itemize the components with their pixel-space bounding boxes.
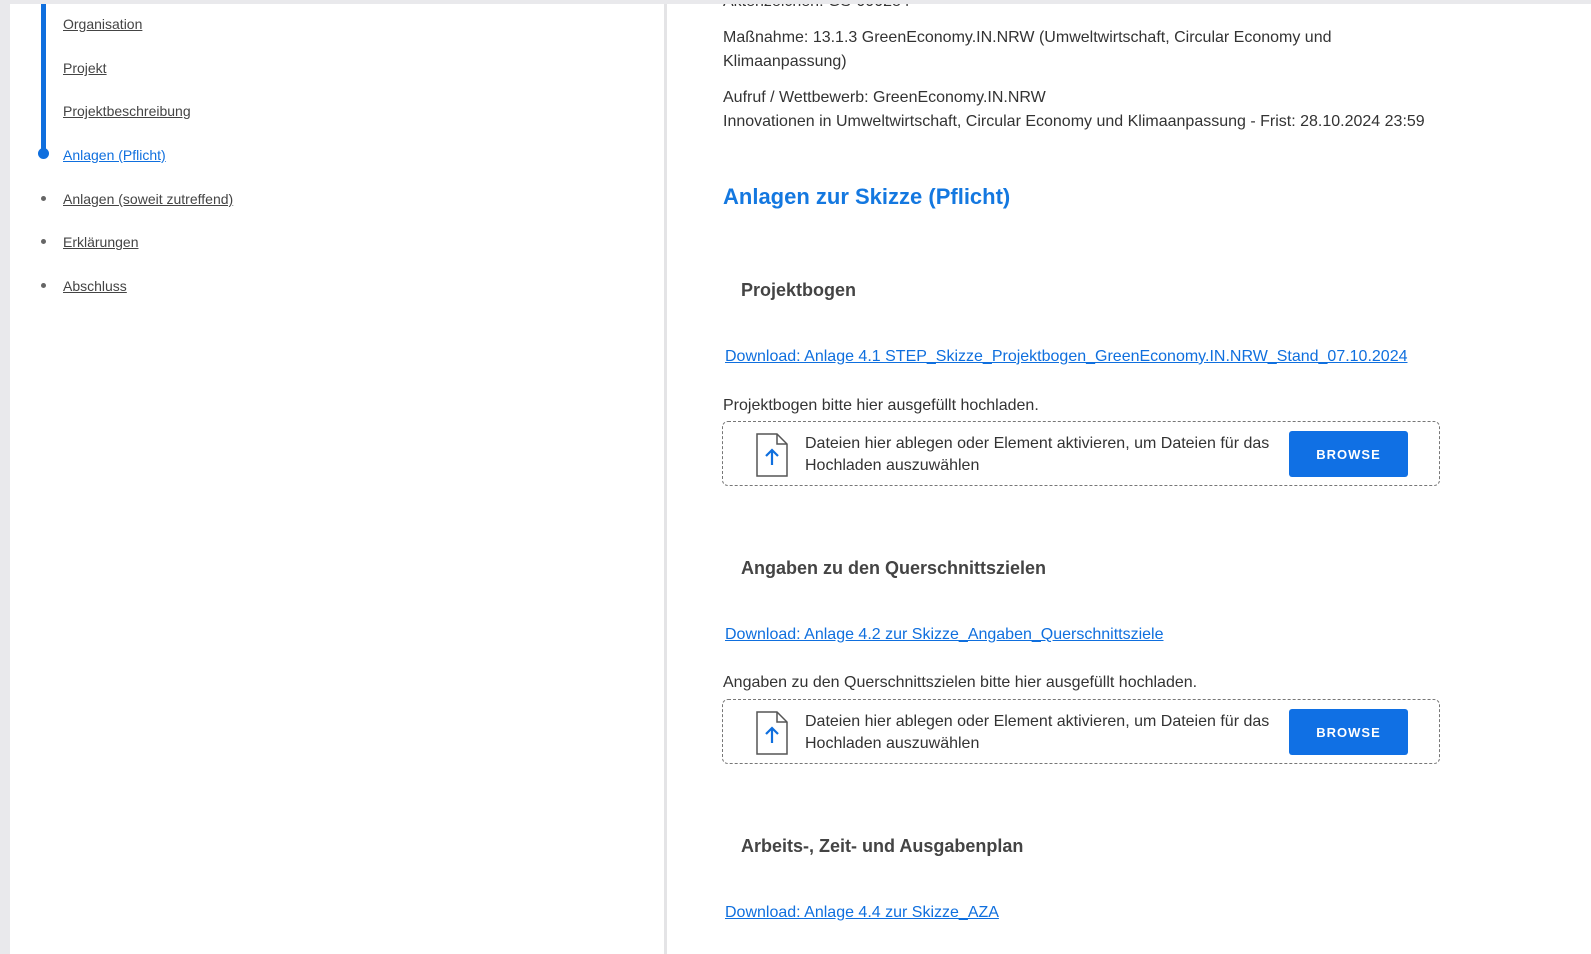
sidebar-item-erklaerungen[interactable]: Erklärungen xyxy=(63,234,139,250)
section-heading-querschnittsziele: Angaben zu den Querschnittszielen xyxy=(741,558,1047,578)
page-title: Anlagen zur Skizze (Pflicht) xyxy=(723,184,1011,209)
aufruf-text: Aufruf / Wettbewerb: GreenEconomy.IN.NRW xyxy=(723,89,1046,106)
sidebar-panel: Organisation Projekt Projektbeschreibung… xyxy=(10,4,664,954)
aufruf-details-text: Innovationen in Umweltwirtschaft, Circul… xyxy=(723,113,1425,130)
main-content: Aktenzeichen: GS-000284 Maßnahme: 13.1.3… xyxy=(667,4,1591,954)
aktenzeichen-text: Aktenzeichen: GS-000284 xyxy=(723,4,910,14)
sidebar-item-projektbeschreibung[interactable]: Projektbeschreibung xyxy=(63,103,191,119)
download-link-querschnittsziele[interactable]: Download: Anlage 4.2 zur Skizze_Angaben_… xyxy=(725,626,1164,644)
stepper-active-dot xyxy=(38,148,49,159)
sidebar-item-abschluss[interactable]: Abschluss xyxy=(63,278,127,294)
massnahme-text: Maßnahme: 13.1.3 GreenEconomy.IN.NRW (Um… xyxy=(723,29,1332,70)
upload-hint-projektbogen: Projektbogen bitte hier ausgefüllt hochl… xyxy=(723,397,1039,414)
browse-button[interactable]: BROWSE xyxy=(1289,431,1408,477)
sidebar-item-anlagen-pflicht[interactable]: Anlagen (Pflicht) xyxy=(63,147,166,163)
dropzone-querschnittsziele[interactable]: Dateien hier ablegen oder Element aktivi… xyxy=(722,699,1440,764)
step-bullet xyxy=(41,283,46,288)
section-heading-aza: Arbeits-, Zeit- und Ausgabenplan xyxy=(741,836,1024,856)
sidebar-item-anlagen-soweit-zutreffend[interactable]: Anlagen (soweit zutreffend) xyxy=(63,191,233,207)
download-link-projektbogen[interactable]: Download: Anlage 4.1 STEP_Skizze_Projekt… xyxy=(725,348,1408,366)
stepper-progress-line xyxy=(41,4,46,154)
step-bullet xyxy=(41,196,46,201)
upload-hint-querschnittsziele: Angaben zu den Querschnittszielen bitte … xyxy=(723,674,1198,691)
download-link-aza[interactable]: Download: Anlage 4.4 zur Skizze_AZA xyxy=(725,904,999,922)
dropzone-text: Dateien hier ablegen oder Element aktivi… xyxy=(805,435,1270,474)
file-upload-icon xyxy=(756,711,788,755)
file-upload-icon xyxy=(756,433,788,477)
dropzone-text: Dateien hier ablegen oder Element aktivi… xyxy=(805,713,1270,752)
browse-button[interactable]: BROWSE xyxy=(1289,709,1408,755)
step-bullet xyxy=(41,239,46,244)
sidebar-item-organisation[interactable]: Organisation xyxy=(63,16,142,32)
sidebar-item-projekt[interactable]: Projekt xyxy=(63,60,107,76)
dropzone-projektbogen[interactable]: Dateien hier ablegen oder Element aktivi… xyxy=(722,421,1440,486)
section-heading-projektbogen: Projektbogen xyxy=(741,280,857,300)
